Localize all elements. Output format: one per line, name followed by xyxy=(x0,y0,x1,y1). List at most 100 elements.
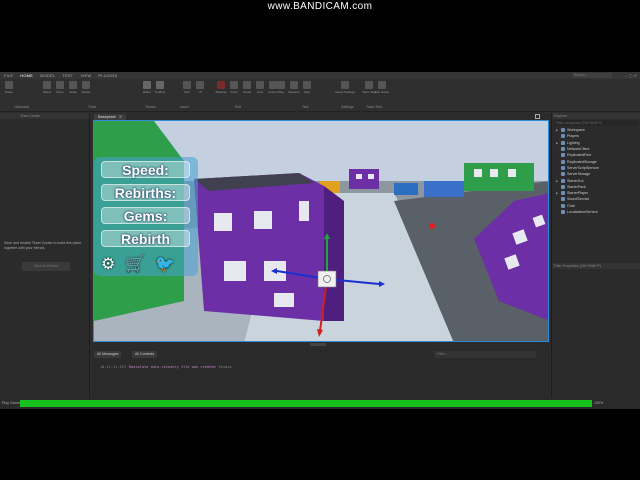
chevron-right-icon[interactable]: ▶ xyxy=(556,128,559,132)
edit-group-label: Edit xyxy=(235,105,242,109)
paste-button[interactable]: Paste xyxy=(4,81,14,94)
server-script-icon xyxy=(561,165,565,170)
output-timestamp: 10:11:11.513 xyxy=(100,365,126,369)
team-create-panel: Team Create Save and enable Team Create … xyxy=(0,113,90,398)
rebirths-label: Rebirths: xyxy=(101,184,190,201)
sound-icon xyxy=(561,197,565,202)
play-button[interactable]: Play xyxy=(276,81,286,94)
paste-icon xyxy=(5,81,13,89)
resume-button[interactable]: Resume xyxy=(288,81,300,94)
stop-icon xyxy=(303,81,311,89)
team-test-group-label: Team Test xyxy=(366,105,382,109)
part-button[interactable]: Part xyxy=(182,81,192,94)
clipboard-group-label: Clipboard xyxy=(14,105,29,109)
progress-bar xyxy=(20,400,592,407)
chevron-right-icon[interactable]: ▶ xyxy=(556,179,559,183)
network-icon xyxy=(561,147,565,152)
starter-pack-icon xyxy=(561,184,565,189)
tab-file[interactable]: FILE xyxy=(4,73,13,78)
tree-item-localizationservice[interactable]: LocalizationService xyxy=(552,209,640,215)
group-button[interactable]: Group xyxy=(242,81,252,94)
exit-game-button[interactable]: Exit Game xyxy=(375,81,389,94)
explorer-title: Explorer xyxy=(552,113,640,119)
team-test-icon xyxy=(365,81,373,89)
move-button[interactable]: Move xyxy=(55,81,65,94)
terrain-icon xyxy=(143,81,151,89)
chevron-right-icon[interactable]: ▶ xyxy=(556,191,559,195)
output-panel: All Messages All Contexts Filter... 10:1… xyxy=(92,348,550,398)
maximize-icon[interactable] xyxy=(535,114,540,119)
status-label: Play Game xyxy=(2,401,20,405)
cart-icon[interactable]: 🛒 xyxy=(125,254,145,274)
terrain-editor-button[interactable]: Editor xyxy=(142,81,152,94)
ribbon-group-edit: Material Color Group Lock Anchor xyxy=(216,81,278,109)
players-icon xyxy=(561,134,565,139)
ribbon-group-clipboard: Paste xyxy=(4,81,14,109)
properties-search-input[interactable]: Filter Properties (Ctrl+Shift+P) xyxy=(554,264,601,268)
save-to-roblox-button[interactable]: Save to Roblox xyxy=(22,262,70,271)
material-button[interactable]: Material xyxy=(216,81,226,94)
gear-icon[interactable]: ⚙ xyxy=(101,254,115,274)
starter-player-icon xyxy=(561,191,565,196)
terrain-group-label: Terrain xyxy=(145,105,156,109)
properties-header: Filter Properties (Ctrl+Shift+P) xyxy=(552,263,640,269)
twitter-icon[interactable]: 🐦 xyxy=(155,254,175,274)
tab-model[interactable]: MODEL xyxy=(40,73,55,78)
rotate-button[interactable]: Rotate xyxy=(81,81,91,94)
ui-icon xyxy=(196,81,204,89)
tab-test[interactable]: TEST xyxy=(62,73,73,78)
output-filter-input[interactable]: Filter... xyxy=(434,351,536,358)
ribbon-group-tools: Select Move Scale Rotate xyxy=(42,81,91,109)
help-search-input[interactable]: Search... xyxy=(572,73,612,78)
tab-plugins[interactable]: PLUGINS xyxy=(98,73,117,78)
tools-group-label: Tools xyxy=(88,105,97,109)
team-create-title: Team Create xyxy=(0,113,89,119)
starter-gui-icon xyxy=(561,178,565,183)
workspace-icon xyxy=(561,128,565,133)
lock-button[interactable]: Lock xyxy=(255,81,265,94)
team-test-button[interactable]: Team Test xyxy=(362,81,376,94)
server-storage-icon xyxy=(561,172,565,177)
ribbon-toolbar: Paste Select Move Scale Rotate Editor To… xyxy=(0,79,640,112)
progress-fill xyxy=(20,400,592,407)
localization-icon xyxy=(561,210,565,214)
tab-home[interactable]: HOME xyxy=(20,73,33,78)
part-icon xyxy=(183,81,191,89)
close-icon[interactable]: ✕ xyxy=(119,114,122,119)
select-button[interactable]: Select xyxy=(42,81,52,94)
speed-label: Speed: xyxy=(101,161,190,178)
game-settings-button[interactable]: Game Settings xyxy=(335,81,355,94)
replicated-first-icon xyxy=(561,153,565,158)
group-icon xyxy=(243,81,251,89)
chat-icon xyxy=(561,203,565,208)
output-toolbar: All Messages All Contexts Filter... xyxy=(92,350,550,358)
roblox-studio-window: FILE HOME MODEL TEST VIEW PLUGINS Search… xyxy=(0,72,640,409)
splitter-handle[interactable] xyxy=(310,343,326,346)
letterbox-bottom xyxy=(0,409,640,480)
color-button[interactable]: Color xyxy=(229,81,239,94)
3d-viewport[interactable]: Speed: Rebirths: Gems: Rebirth ⚙ 🛒 🐦 xyxy=(93,120,549,342)
stop-button[interactable]: Stop xyxy=(302,81,312,94)
play-icon xyxy=(277,81,285,89)
output-message: Baseplate auto-recovery file was created xyxy=(128,365,216,369)
rebirth-button[interactable]: Rebirth xyxy=(101,230,190,247)
all-messages-dropdown[interactable]: All Messages xyxy=(94,351,122,358)
rotate-icon xyxy=(82,81,90,89)
cursor-icon xyxy=(43,81,51,89)
chevron-right-icon[interactable]: ▶ xyxy=(556,141,559,145)
toolbox-button[interactable]: Toolbox xyxy=(155,81,165,94)
output-source: Studio xyxy=(218,365,232,369)
explorer-panel: Explorer Filter workspace (Ctrl+Shift+X)… xyxy=(551,113,640,398)
window-controls[interactable]: — ▢ ✕ xyxy=(624,73,637,78)
replicated-storage-icon xyxy=(561,159,565,164)
material-icon xyxy=(217,81,225,89)
test-group-label: Test xyxy=(302,105,309,109)
all-contexts-dropdown[interactable]: All Contexts xyxy=(132,351,158,358)
color-icon xyxy=(230,81,238,89)
scale-button[interactable]: Scale xyxy=(68,81,78,94)
explorer-search-input[interactable]: Filter workspace (Ctrl+Shift+X) xyxy=(554,120,638,126)
tab-view[interactable]: VIEW xyxy=(80,73,91,78)
game-hud: Speed: Rebirths: Gems: Rebirth ⚙ 🛒 🐦 xyxy=(94,157,198,276)
ui-button[interactable]: UI xyxy=(195,81,205,94)
tab-baseplate-label: Baseplate xyxy=(98,114,116,119)
